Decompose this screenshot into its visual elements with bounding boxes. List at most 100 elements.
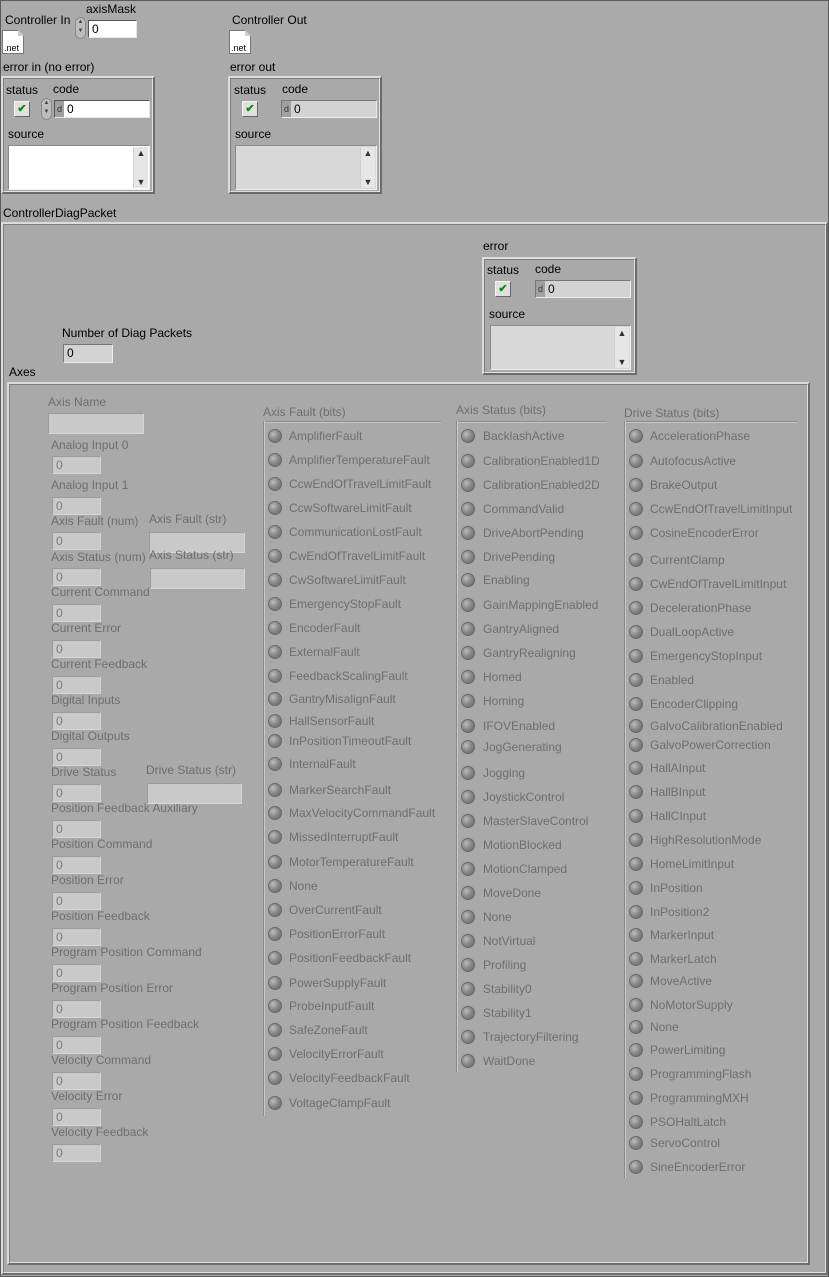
led-indicator-icon xyxy=(629,998,643,1012)
error-in-code-spinner[interactable]: ▲ ▼ xyxy=(41,98,52,120)
scroll-up-icon[interactable]: ▲ xyxy=(615,327,629,339)
scroll-down-icon[interactable]: ▼ xyxy=(361,176,375,188)
axis-mask-label: axisMask xyxy=(86,2,137,16)
led-label: HallCInput xyxy=(650,809,707,823)
led-indicator-icon xyxy=(461,646,475,660)
led-indicator-icon xyxy=(629,785,643,799)
led-indicator-icon xyxy=(461,573,475,587)
numeric-field-label: Current Feedback xyxy=(51,657,148,671)
error-out-status-label: status xyxy=(234,83,267,97)
error-in-source-input[interactable]: ▲ ▼ xyxy=(8,145,150,190)
led-label: MarkerLatch xyxy=(650,952,717,966)
led-indicator-icon xyxy=(268,879,282,893)
led-label: MotorTemperatureFault xyxy=(289,855,414,869)
led-indicator-icon xyxy=(461,670,475,684)
numeric-field: 0 xyxy=(52,604,101,622)
numeric-field-label: Digital Inputs xyxy=(51,693,121,707)
led-indicator-icon xyxy=(461,598,475,612)
scroll-up-icon[interactable]: ▲ xyxy=(361,147,375,159)
led-indicator-icon xyxy=(461,886,475,900)
numeric-field-label: Position Error xyxy=(51,873,124,887)
packet-error-status-check-icon: ✔ xyxy=(495,281,511,297)
led-indicator-icon xyxy=(461,958,475,972)
led-label: ExternalFault xyxy=(289,645,360,659)
led-label: CosineEncoderError xyxy=(650,526,759,540)
axis-mask-spinner[interactable]: ▲ ▼ xyxy=(75,17,86,39)
string-field-label: Axis Fault (str) xyxy=(149,512,227,526)
scroll-down-icon[interactable]: ▼ xyxy=(615,356,629,368)
numeric-field: 0 xyxy=(52,856,101,874)
numeric-field-label: Program Position Error xyxy=(51,981,174,995)
numeric-field: 0 xyxy=(52,640,101,658)
led-indicator-icon xyxy=(268,669,282,683)
led-indicator-icon xyxy=(268,714,282,728)
numeric-field: 0 xyxy=(52,456,101,474)
error-out-source-display: ▲ ▼ xyxy=(235,145,377,190)
led-label: CwEndOfTravelLimitFault xyxy=(289,549,426,563)
net-icon-text: .net xyxy=(231,43,247,53)
led-label: CcwEndOfTravelLimitFault xyxy=(289,477,432,491)
led-label: GantryAligned xyxy=(483,622,560,636)
led-indicator-icon xyxy=(629,1067,643,1081)
led-indicator-icon xyxy=(268,429,282,443)
error-in-source-scrollbar[interactable]: ▲ ▼ xyxy=(133,147,148,188)
led-label: CalibrationEnabled1D xyxy=(483,454,600,468)
led-indicator-icon xyxy=(461,454,475,468)
led-indicator-icon xyxy=(268,453,282,467)
led-label: PositionErrorFault xyxy=(289,927,386,941)
led-indicator-icon xyxy=(629,881,643,895)
led-indicator-icon xyxy=(268,806,282,820)
scroll-down-icon[interactable]: ▼ xyxy=(134,176,148,188)
numeric-field: 0 xyxy=(52,1108,101,1126)
error-out-cluster: status code ✔ d0 source ▲ ▼ xyxy=(228,76,382,194)
led-indicator-icon xyxy=(461,766,475,780)
packet-error-source-scrollbar[interactable]: ▲ ▼ xyxy=(614,327,629,368)
led-label: InternalFault xyxy=(289,757,356,771)
led-label: HallSensorFault xyxy=(289,714,375,728)
led-indicator-icon xyxy=(268,951,282,965)
led-label: PowerSupplyFault xyxy=(289,976,387,990)
numeric-field-label: Analog Input 0 xyxy=(51,438,129,452)
error-out-status-check-icon: ✔ xyxy=(242,101,258,117)
led-indicator-icon xyxy=(461,862,475,876)
led-label: HomeLimitInput xyxy=(650,857,735,871)
error-in-code-input[interactable]: d0 xyxy=(54,100,150,118)
led-label: MotionBlocked xyxy=(483,838,562,852)
led-indicator-icon xyxy=(629,833,643,847)
diag-packet-title: ControllerDiagPacket xyxy=(3,206,117,220)
led-label: VelocityFeedbackFault xyxy=(289,1071,410,1085)
led-indicator-icon xyxy=(629,1136,643,1150)
packet-error-code-label: code xyxy=(535,262,562,276)
packet-error-status-label: status xyxy=(487,263,520,277)
error-out-code-display: d0 xyxy=(281,100,377,118)
controller-in-label: Controller In xyxy=(5,13,71,27)
led-label: EmergencyStopFault xyxy=(289,597,402,611)
controller-in-net-icon[interactable]: .net xyxy=(2,30,24,54)
led-label: FeedbackScalingFault xyxy=(289,669,408,683)
error-in-status-check-icon[interactable]: ✔ xyxy=(14,101,30,117)
axis-mask-input[interactable]: 0 xyxy=(88,20,137,38)
numeric-field-label: Drive Status xyxy=(51,765,117,779)
numeric-field: 0 xyxy=(52,1144,101,1162)
led-indicator-icon xyxy=(629,478,643,492)
error-out-source-scrollbar[interactable]: ▲ ▼ xyxy=(360,147,375,188)
led-label: EncoderFault xyxy=(289,621,361,635)
led-indicator-icon xyxy=(629,454,643,468)
led-indicator-icon xyxy=(629,697,643,711)
numeric-field-label: Digital Outputs xyxy=(51,729,130,743)
led-label: GantryMisalignFault xyxy=(289,692,396,706)
decimal-radix-icon: d xyxy=(55,101,64,117)
led-indicator-icon xyxy=(629,974,643,988)
numeric-field-label: Velocity Command xyxy=(51,1053,152,1067)
led-label: PositionFeedbackFault xyxy=(289,951,412,965)
packet-error-source-display: ▲ ▼ xyxy=(490,325,631,370)
led-label: Profiling xyxy=(483,958,527,972)
led-label: MarkerSearchFault xyxy=(289,783,392,797)
scroll-up-icon[interactable]: ▲ xyxy=(134,147,148,159)
led-label: CwSoftwareLimitFault xyxy=(289,573,406,587)
numeric-field: 0 xyxy=(52,1036,101,1054)
string-field-label: Drive Status (str) xyxy=(146,763,237,777)
error-in-status-label: status xyxy=(6,83,39,97)
packet-error-source-label: source xyxy=(489,307,526,321)
error-out-code-value: 0 xyxy=(294,102,301,116)
